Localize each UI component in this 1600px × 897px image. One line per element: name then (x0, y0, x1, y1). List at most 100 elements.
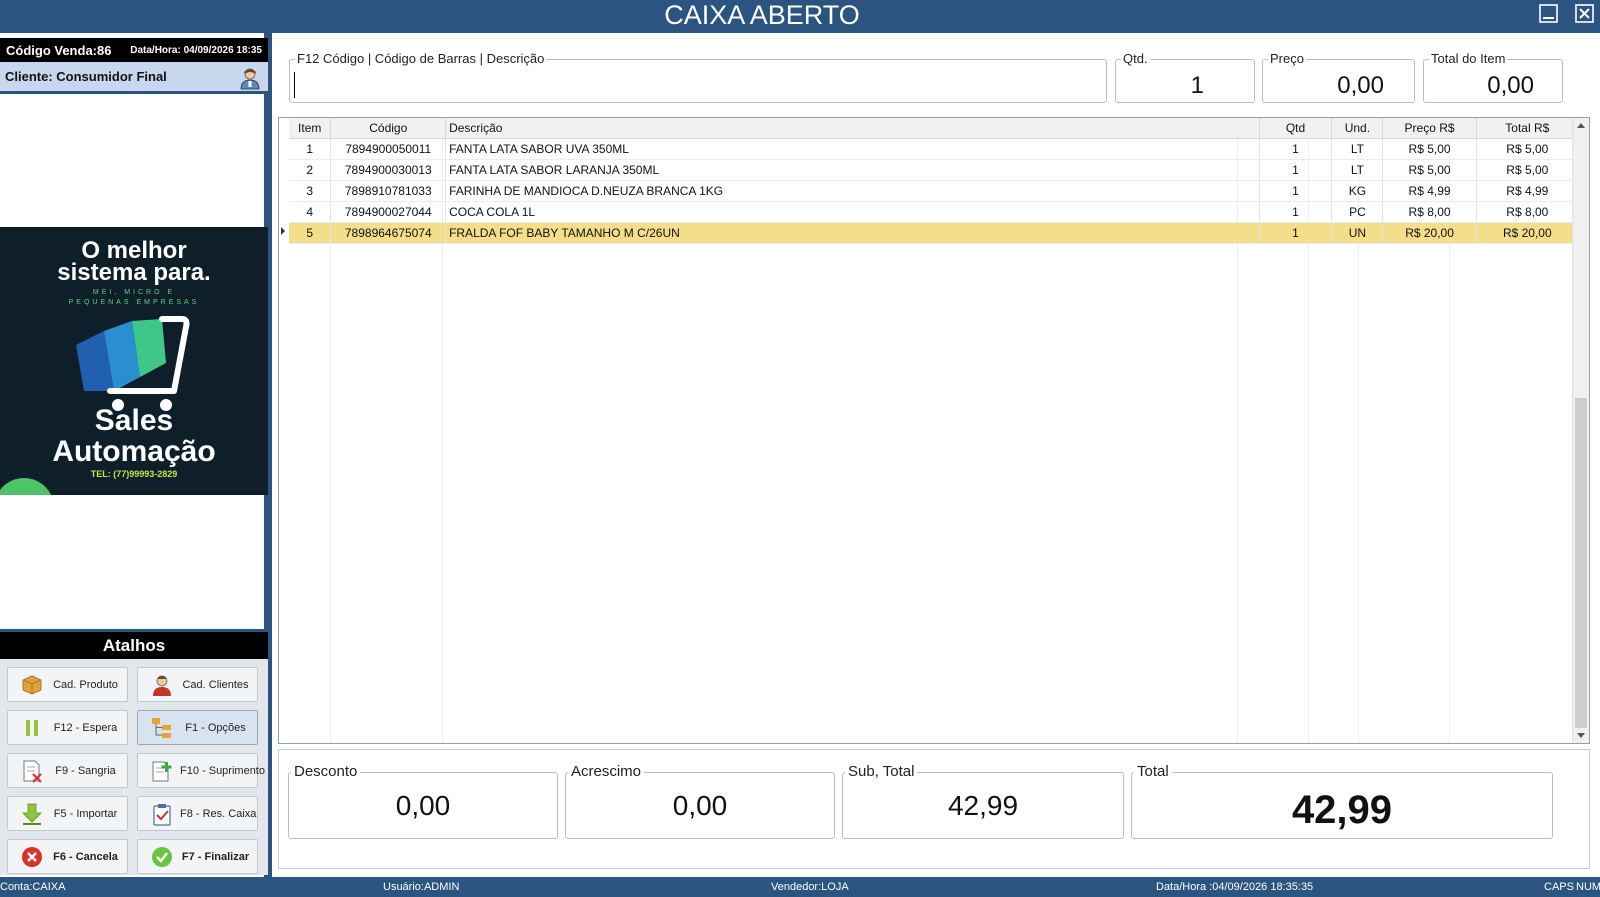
search-field[interactable]: F12 Código | Código de Barras | Descriçã… (289, 51, 1107, 103)
vertical-scrollbar[interactable] (1572, 118, 1589, 743)
cell-und: UN (1331, 222, 1384, 244)
cell-preco: R$ 8,00 (1382, 201, 1477, 223)
item-total-field: Total do Item 0,00 (1423, 51, 1563, 103)
price-label: Preço (1268, 51, 1306, 66)
cell-total: R$ 5,00 (1476, 159, 1580, 181)
espera-button[interactable]: F12 - Espera (7, 710, 128, 745)
table-row[interactable]: 4 7894900027044 COCA COLA 1L 1 PC R$ 8,0… (289, 201, 1580, 223)
cad-clientes-button[interactable]: Cad. Clientes (137, 667, 258, 702)
shortcuts-grid: Cad. Produto Cad. Clientes F12 - Espera … (7, 667, 265, 874)
shortcuts-panel: Atalhos Cad. Produto Cad. Clientes F12 -… (0, 629, 268, 875)
price-field[interactable]: Preço 0,00 (1262, 51, 1415, 103)
sale-header: Código Venda:86 Data/Hora: 04/09/2026 18… (0, 38, 268, 62)
minimize-button[interactable] (1537, 2, 1561, 26)
col-und-header[interactable]: Und. (1331, 118, 1384, 139)
status-datetime: Data/Hora :04/09/2026 18:35:35 (1156, 881, 1314, 893)
surcharge-label: Acrescimo (568, 763, 645, 780)
cell-und: LT (1331, 159, 1384, 181)
table-row[interactable]: 2 7894900030013 FANTA LATA SABOR LARANJA… (289, 159, 1580, 181)
promo-headline: O melhor sistema para. (0, 239, 268, 285)
item-total-label: Total do Item (1429, 51, 1508, 66)
cad-produto-button[interactable]: Cad. Produto (7, 667, 128, 702)
totals-panel: Desconto 0,00 Acrescimo 0,00 Sub, Total … (278, 749, 1590, 869)
finalizar-button[interactable]: F7 - Finalizar (137, 839, 258, 874)
opcoes-button[interactable]: F1 - Opções (137, 710, 258, 745)
cancela-button[interactable]: F6 - Cancela (7, 839, 128, 874)
client-bar[interactable]: Cliente: Consumidor Final (0, 62, 268, 94)
res-caixa-button[interactable]: F8 - Res. Caixa (137, 796, 258, 831)
col-total-header[interactable]: Total R$ (1476, 118, 1580, 139)
window-title: CAIXA ABERTO (664, 0, 860, 30)
cell-descricao: FANTA LATA SABOR UVA 350ML (445, 138, 1260, 160)
col-qtd-header[interactable]: Qtd (1259, 118, 1333, 139)
suprimento-label: F10 - Suprimento (180, 764, 265, 777)
pause-icon (26, 719, 38, 736)
quantity-field[interactable]: Qtd. 1 (1115, 51, 1255, 103)
close-icon (1575, 4, 1594, 23)
cart-logo-icon (76, 316, 190, 411)
client-label: Cliente: Consumidor Final (5, 69, 167, 84)
cell-item: 1 (289, 138, 332, 160)
scroll-down-icon[interactable] (1577, 733, 1585, 738)
scroll-thumb[interactable] (1575, 398, 1587, 728)
cad-clientes-label: Cad. Clientes (182, 678, 249, 691)
document-add-icon (152, 761, 172, 781)
shortcuts-title: Atalhos (0, 632, 268, 659)
suprimento-button[interactable]: F10 - Suprimento (137, 753, 265, 788)
cell-item: 5 (289, 222, 332, 244)
close-button[interactable] (1573, 2, 1597, 26)
quantity-value[interactable]: 1 (1191, 72, 1204, 100)
cell-codigo: 7894900030013 (330, 159, 447, 181)
cell-qtd: 1 (1259, 222, 1333, 244)
col-descricao-header[interactable]: Descrição (445, 118, 1260, 139)
cell-total: R$ 8,00 (1476, 201, 1580, 223)
sale-datetime: Data/Hora: 04/09/2026 18:35 (130, 44, 262, 56)
col-preco-header[interactable]: Preço R$ (1382, 118, 1477, 139)
promo-brand-line2: Automação (52, 435, 216, 468)
promo-brand: Sales Automação (0, 405, 268, 467)
cell-qtd: 1 (1259, 201, 1333, 223)
status-user: Usuário:ADMIN (383, 881, 460, 893)
search-label: F12 Código | Código de Barras | Descriçã… (295, 51, 547, 66)
importar-button[interactable]: F5 - Importar (7, 796, 128, 831)
sangria-button[interactable]: F9 - Sangria (7, 753, 128, 788)
cell-und: LT (1331, 138, 1384, 160)
scroll-up-icon[interactable] (1577, 123, 1585, 128)
sangria-label: F9 - Sangria (55, 764, 116, 777)
total-value: 42,99 (1291, 788, 1393, 832)
surcharge-value[interactable]: 0,00 (566, 790, 834, 822)
subtotal-label: Sub, Total (845, 763, 918, 780)
items-table: Item Código Descrição Qtd Und. Preço R$ … (289, 118, 1580, 244)
clipboard-check-icon (153, 803, 171, 826)
opcoes-label: F1 - Opções (185, 721, 246, 734)
client-user-icon[interactable] (238, 66, 262, 90)
subtotal-value: 42,99 (947, 790, 1019, 821)
surcharge-box[interactable]: Acrescimo 0,00 (565, 763, 835, 839)
total-box: Total 42,99 (1131, 763, 1553, 839)
download-arrow-icon (22, 803, 42, 825)
table-row[interactable]: 3 7898910781033 FARINHA DE MANDIOCA D.NE… (289, 180, 1580, 202)
cell-preco: R$ 5,00 (1382, 159, 1477, 181)
status-bar: Conta:CAIXA Usuário:ADMIN Vendedor:LOJA … (0, 877, 1600, 897)
cell-preco: R$ 5,00 (1382, 138, 1477, 160)
table-row[interactable]: 1 7894900050011 FANTA LATA SABOR UVA 350… (289, 138, 1580, 160)
price-value[interactable]: 0,00 (1337, 72, 1384, 100)
status-num: NUM (1576, 881, 1600, 893)
cell-total: R$ 20,00 (1476, 222, 1580, 244)
document-remove-icon (23, 760, 42, 783)
promo-brand-line1: Sales (94, 404, 174, 437)
espera-label: F12 - Espera (53, 721, 118, 734)
items-grid[interactable]: Item Código Descrição Qtd Und. Preço R$ … (278, 117, 1590, 744)
cell-preco: R$ 20,00 (1382, 222, 1477, 244)
status-caps: CAPS (1544, 881, 1574, 893)
promo-phone: TEL: (77)99993-2829 (90, 469, 178, 479)
cell-item: 3 (289, 180, 332, 202)
status-seller: Vendedor:LOJA (771, 881, 849, 893)
col-codigo-header[interactable]: Código (330, 118, 447, 139)
cell-und: KG (1331, 180, 1384, 202)
col-item-header[interactable]: Item (289, 118, 332, 139)
table-row-selected[interactable]: 5 7898964675074 FRALDA FOF BABY TAMANHO … (289, 222, 1580, 244)
discount-value[interactable]: 0,00 (289, 790, 557, 822)
cell-preco: R$ 4,99 (1382, 180, 1477, 202)
discount-box[interactable]: Desconto 0,00 (288, 763, 558, 839)
